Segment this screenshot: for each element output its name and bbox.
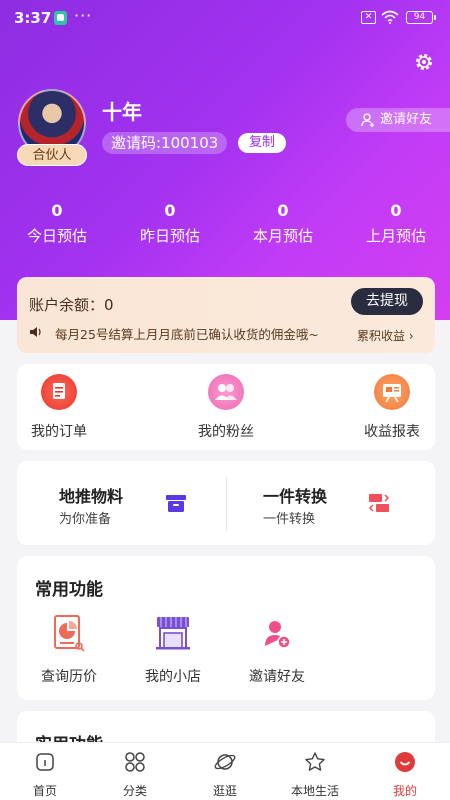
fans-icon (208, 374, 244, 410)
my-fans[interactable]: 我的粉丝 (176, 374, 276, 441)
promo-right-title: 一件转换 (263, 487, 328, 506)
promo-card: 地推物料 为你准备 一件转换 一件转换 (17, 461, 435, 545)
price-history-icon (54, 615, 85, 652)
stat-label: 上月预估 (365, 227, 426, 245)
profile-header: 3:37 ··· ✕ 94 合伙人 十年 邀请码:100103 复制 邀请好友 … (0, 0, 450, 320)
status-time: 3:37 (14, 9, 52, 27)
stat-label: 昨日预估 (139, 227, 200, 245)
stat-value: 0 (164, 201, 176, 220)
status-bar: 3:37 ··· ✕ 94 (0, 0, 450, 36)
more-dots-icon: ··· (74, 6, 93, 25)
promo-divider (226, 477, 227, 531)
star-icon (305, 752, 325, 771)
quick-link-label: 收益报表 (364, 424, 420, 440)
tab-local-life[interactable]: 本地生活 (270, 751, 360, 799)
stat-value: 0 (277, 201, 289, 220)
bottom-tab-bar: 首页 分类 逛逛 本地生活 我的 (0, 742, 450, 800)
shop-icon (156, 617, 190, 650)
invite-friends-label: 邀请好友 (380, 112, 433, 127)
common-item-label: 邀请好友 (249, 669, 305, 685)
planet-icon (214, 754, 236, 770)
home-icon (36, 753, 54, 771)
sim-icon: ✕ (361, 11, 376, 24)
balance-label: 账户余额：0 (29, 296, 114, 314)
settlement-notice: 每月25号结算上月月底前已确认收货的佣金哦~ (55, 327, 319, 342)
tab-category[interactable]: 分类 (90, 751, 180, 799)
tab-label: 逛逛 (212, 784, 237, 798)
stat-today[interactable]: 0 今日预估 (1, 200, 113, 246)
earnings-stats: 0 今日预估 0 昨日预估 0 本月预估 0 上月预估 (0, 200, 450, 250)
order-doc-icon (41, 374, 77, 410)
invite-user-icon (265, 621, 291, 649)
my-orders[interactable]: 我的订单 (9, 374, 109, 441)
common-functions-heading: 常用功能 (35, 580, 103, 600)
gear-icon[interactable] (414, 52, 434, 72)
profile-icon (395, 752, 415, 772)
my-shop[interactable]: 我的小店 (123, 614, 223, 686)
tab-label: 本地生活 (290, 784, 339, 798)
accumulated-earnings-link[interactable]: 累积收益 › (357, 327, 414, 344)
common-functions-card: 常用功能 查询历价 我的小店 邀请好友 (17, 556, 435, 700)
stat-this-month[interactable]: 0 本月预估 (227, 200, 339, 246)
withdraw-button[interactable]: 去提现 (351, 288, 423, 315)
wifi-icon (381, 10, 399, 24)
common-item-label: 查询历价 (41, 669, 97, 685)
report-icon (374, 374, 410, 410)
category-icon (125, 752, 145, 772)
add-user-icon (361, 113, 374, 127)
username: 十年 (102, 100, 142, 124)
shield-icon (54, 11, 67, 25)
stat-value: 0 (51, 201, 63, 220)
quick-links-card: 我的订单 我的粉丝 收益报表 (17, 364, 435, 450)
stat-label: 今日预估 (26, 227, 87, 245)
stat-yesterday[interactable]: 0 昨日预估 (114, 200, 226, 246)
tab-label: 我的 (392, 784, 417, 798)
stat-last-month[interactable]: 0 上月预估 (340, 200, 450, 246)
promo-left-subtitle: 为你准备 (59, 512, 112, 527)
quick-link-label: 我的订单 (31, 424, 87, 440)
partner-badge: 合伙人 (17, 144, 87, 166)
balance-card: 账户余额：0 去提现 每月25号结算上月月底前已确认收货的佣金哦~ 累积收益 › (17, 277, 435, 353)
convert-icon (368, 494, 390, 512)
tab-label: 首页 (32, 784, 57, 798)
invite-friends-button[interactable]: 邀请好友 (346, 108, 450, 132)
battery-icon: 94 (406, 11, 436, 24)
invite-friends[interactable]: 邀请好友 (227, 614, 327, 686)
tab-mine[interactable]: 我的 (360, 751, 450, 799)
tab-browse[interactable]: 逛逛 (180, 751, 270, 799)
speaker-icon (30, 327, 41, 337)
common-item-label: 我的小店 (145, 669, 201, 685)
invite-code: 邀请码:100103 (102, 132, 228, 154)
quick-link-label: 我的粉丝 (198, 424, 254, 440)
tab-home[interactable]: 首页 (0, 751, 90, 799)
earnings-report[interactable]: 收益报表 (342, 374, 442, 441)
promo-right-subtitle: 一件转换 (263, 512, 316, 527)
stat-label: 本月预估 (252, 227, 313, 245)
price-history[interactable]: 查询历价 (19, 614, 119, 686)
promo-left-title: 地推物料 (59, 487, 124, 506)
copy-button[interactable]: 复制 (238, 133, 286, 153)
stat-value: 0 (390, 201, 402, 220)
box-icon (166, 495, 186, 512)
tab-label: 分类 (122, 784, 147, 798)
